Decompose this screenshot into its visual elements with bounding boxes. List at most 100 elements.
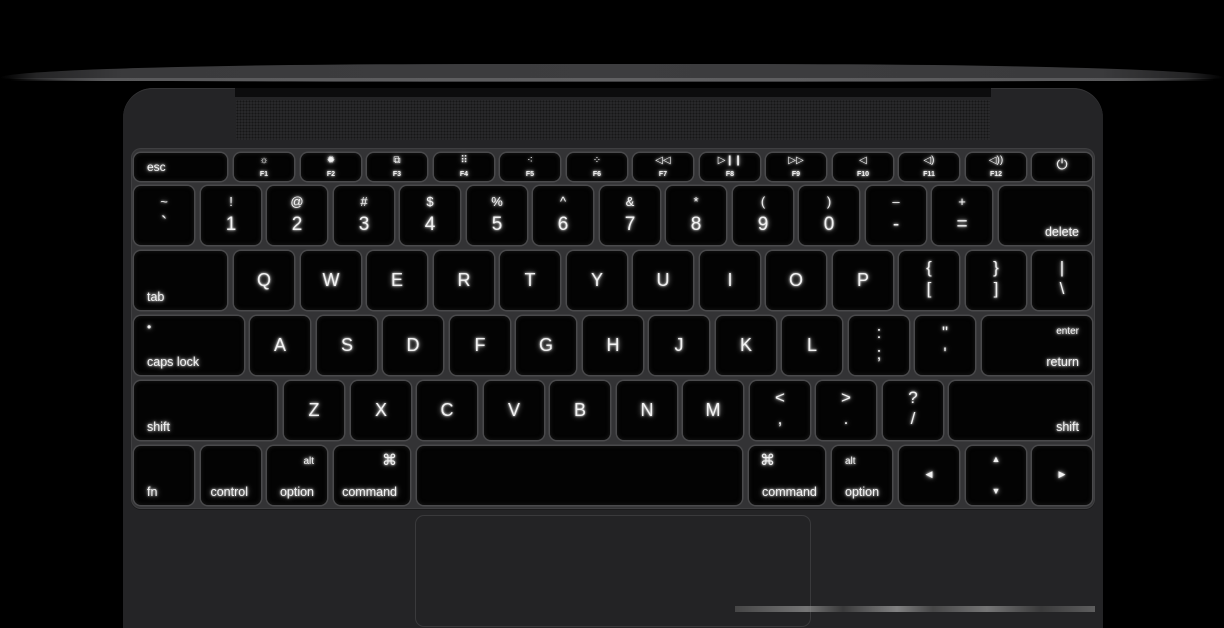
key-number-3[interactable]: #3 (334, 186, 394, 245)
keyboard-backlight-down-icon: ⁖ (527, 155, 533, 166)
key-bottom-punct-2[interactable]: ? / (883, 381, 943, 440)
key-z[interactable]: Z (284, 381, 344, 440)
key-command-left[interactable]: ⌘ command (334, 446, 410, 505)
key-n[interactable]: N (617, 381, 677, 440)
key-f[interactable]: F (450, 316, 510, 375)
key-d[interactable]: D (383, 316, 443, 375)
key-bracket-1[interactable]: }] (966, 251, 1026, 310)
key-arrow-up-down[interactable]: ▲ ▼ (966, 446, 1026, 505)
arrow-down-icon: ▼ (991, 486, 1001, 496)
key-space[interactable] (417, 446, 742, 505)
key-legend: F8 (725, 171, 735, 178)
key-bottom-punct-0[interactable]: <, (750, 381, 810, 440)
key-number-2[interactable]: @2 (267, 186, 327, 245)
key-f3[interactable]: ⧉ F3 (367, 153, 427, 181)
key-number-12[interactable]: + = (932, 186, 992, 245)
key-legend: 5 (491, 214, 503, 235)
key-number-11[interactable]: – - (866, 186, 926, 245)
key-f12[interactable]: ◁)) F12 (966, 153, 1026, 181)
key-legend: 8 (690, 214, 702, 235)
key-power[interactable]: ⏻ (1032, 153, 1092, 181)
key-number-8[interactable]: * 8 (666, 186, 726, 245)
key-f10[interactable]: ◁ F10 (833, 153, 893, 181)
key-legend: ^ (559, 194, 567, 209)
key-legend: G (538, 335, 553, 355)
key-legend: / (910, 409, 916, 428)
key-o[interactable]: O (766, 251, 826, 310)
key-t[interactable]: T (500, 251, 560, 310)
key-f11[interactable]: ◁) F11 (899, 153, 959, 181)
key-bracket-0[interactable]: {[ (899, 251, 959, 310)
key-y[interactable]: Y (567, 251, 627, 310)
key-tab[interactable]: tab (134, 251, 227, 310)
key-f2[interactable]: ✹ F2 (301, 153, 361, 181)
key-legend: , (777, 409, 783, 428)
key-f7[interactable]: ◁◁ F7 (633, 153, 693, 181)
key-f1[interactable]: ☼ F1 (234, 153, 294, 181)
key-c[interactable]: C (417, 381, 477, 440)
key-option-right[interactable]: alt option (832, 446, 892, 505)
key-a[interactable]: A (250, 316, 310, 375)
key-fn[interactable]: fn (134, 446, 194, 505)
key-f9[interactable]: ▷▷ F9 (766, 153, 826, 181)
key-legend: F9 (791, 171, 801, 178)
key-h[interactable]: H (583, 316, 643, 375)
key-bracket-2[interactable]: | \ (1032, 251, 1092, 310)
key-w[interactable]: W (301, 251, 361, 310)
key-k[interactable]: K (716, 316, 776, 375)
key-u[interactable]: U (633, 251, 693, 310)
key-bottom-punct-1[interactable]: >. (816, 381, 876, 440)
key-legend: N (640, 400, 654, 420)
key-f4[interactable]: ⠿ F4 (434, 153, 494, 181)
key-home-punct-1[interactable]: " ' (915, 316, 975, 375)
key-number-10[interactable]: ) 0 (799, 186, 859, 245)
key-legend: A (273, 335, 286, 355)
key-p[interactable]: P (833, 251, 893, 310)
key-legend: ) (826, 194, 832, 209)
keyboard-backlight-up-icon: ⁘ (592, 155, 602, 166)
key-arrow-right[interactable]: ▶ (1032, 446, 1092, 505)
key-f8[interactable]: ▷❙❙ F8 (700, 153, 760, 181)
key-legend: E (390, 270, 403, 290)
key-command-right[interactable]: ⌘ command (749, 446, 825, 505)
key-legend: F2 (326, 171, 336, 178)
key-esc[interactable]: esc (134, 153, 227, 181)
key-caps-lock[interactable]: • caps lock (134, 316, 244, 375)
key-shift-left[interactable]: shift (134, 381, 277, 440)
key-r[interactable]: R (434, 251, 494, 310)
key-b[interactable]: B (550, 381, 610, 440)
key-f5[interactable]: ⁖ F5 (500, 153, 560, 181)
key-legend: 4 (424, 214, 436, 235)
key-number-4[interactable]: $4 (400, 186, 460, 245)
key-x[interactable]: X (351, 381, 411, 440)
key-number-7[interactable]: & 7 (600, 186, 660, 245)
key-arrow-left[interactable]: ◀ (899, 446, 959, 505)
key-option-left[interactable]: alt option (267, 446, 327, 505)
key-legend: + (958, 194, 966, 209)
key-number-9[interactable]: (9 (733, 186, 793, 245)
key-number-0[interactable]: ~ ` (134, 186, 194, 245)
key-legend: K (739, 335, 752, 355)
key-legend: O (788, 270, 803, 290)
key-l[interactable]: L (782, 316, 842, 375)
key-m[interactable]: M (683, 381, 743, 440)
key-j[interactable]: J (649, 316, 709, 375)
key-s[interactable]: S (317, 316, 377, 375)
key-legend: J (674, 335, 684, 355)
command-icon: ⌘ (760, 452, 775, 469)
key-q[interactable]: Q (234, 251, 294, 310)
key-g[interactable]: G (516, 316, 576, 375)
key-e[interactable]: E (367, 251, 427, 310)
key-return[interactable]: enter return (982, 316, 1092, 375)
key-f6[interactable]: ⁘ F6 (567, 153, 627, 181)
key-control[interactable]: control (201, 446, 261, 505)
key-number-6[interactable]: ^ 6 (533, 186, 593, 245)
key-shift-right[interactable]: shift (949, 381, 1092, 440)
key-number-5[interactable]: % 5 (467, 186, 527, 245)
key-home-punct-0[interactable]: :; (849, 316, 909, 375)
key-number-1[interactable]: ! 1 (201, 186, 261, 245)
key-i[interactable]: I (700, 251, 760, 310)
key-delete[interactable]: delete (999, 186, 1092, 245)
key-v[interactable]: V (484, 381, 544, 440)
play-pause-icon: ▷❙❙ (717, 155, 743, 166)
